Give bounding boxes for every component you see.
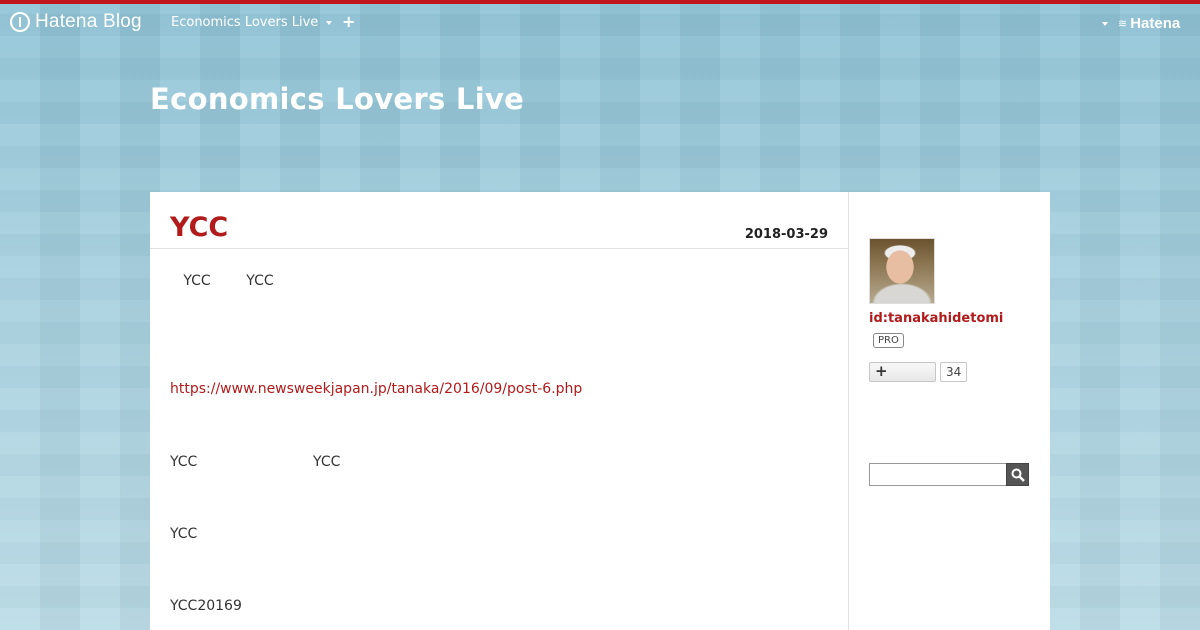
add-entry-button[interactable]: + [342,12,355,31]
chevron-down-icon [326,21,333,25]
avatar[interactable] [869,238,935,304]
search-button[interactable] [1006,463,1029,486]
hatena-blog-logo[interactable]: Hatena Blog [10,11,142,33]
entry-date[interactable]: 2018-03-29 [745,227,828,242]
sidebar: id:tanakahidetomi PRO + 34 [850,192,1050,630]
entry-divider [150,248,849,249]
user-id-link[interactable]: id:tanakahidetomi [869,311,1003,326]
search-icon [1011,468,1025,482]
entry-link[interactable]: https://www.newsweekjapan.jp/tanaka/2016… [170,381,582,397]
plus-icon: + [875,362,888,380]
entry-paragraph: YCC [170,526,198,542]
entry-paragraph: YCC YCC [170,273,274,289]
blog-menu-label: Economics Lovers Live [171,15,319,30]
entry-paragraph: YCC YCC [170,454,341,470]
entry-article: YCC 2018-03-29 YCC YCC https://www.newsw… [150,192,849,630]
blog-title[interactable]: Economics Lovers Live [150,82,524,116]
pro-badge: PRO [873,333,904,348]
hatena-brand-link[interactable]: ≋ Hatena [1118,15,1180,32]
subscribe-button[interactable]: + [869,362,936,382]
hatena-logo-icon [10,12,30,32]
content-area: YCC 2018-03-29 YCC YCC https://www.newsw… [150,192,1050,630]
blog-menu-dropdown[interactable]: Economics Lovers Live [171,15,333,30]
logo-text: Hatena Blog [35,11,142,32]
entry-title[interactable]: YCC [170,212,228,243]
brand-text: Hatena [1130,15,1181,32]
subscriber-count: 34 [940,362,968,382]
entry-paragraph: YCC20169 [170,598,242,614]
chevron-down-icon[interactable] [1102,22,1108,26]
search-input[interactable] [869,463,1007,486]
global-header: Hatena Blog Economics Lovers Live + ≋ Ha… [0,4,1200,42]
hatena-bird-icon: ≋ [1118,17,1128,30]
